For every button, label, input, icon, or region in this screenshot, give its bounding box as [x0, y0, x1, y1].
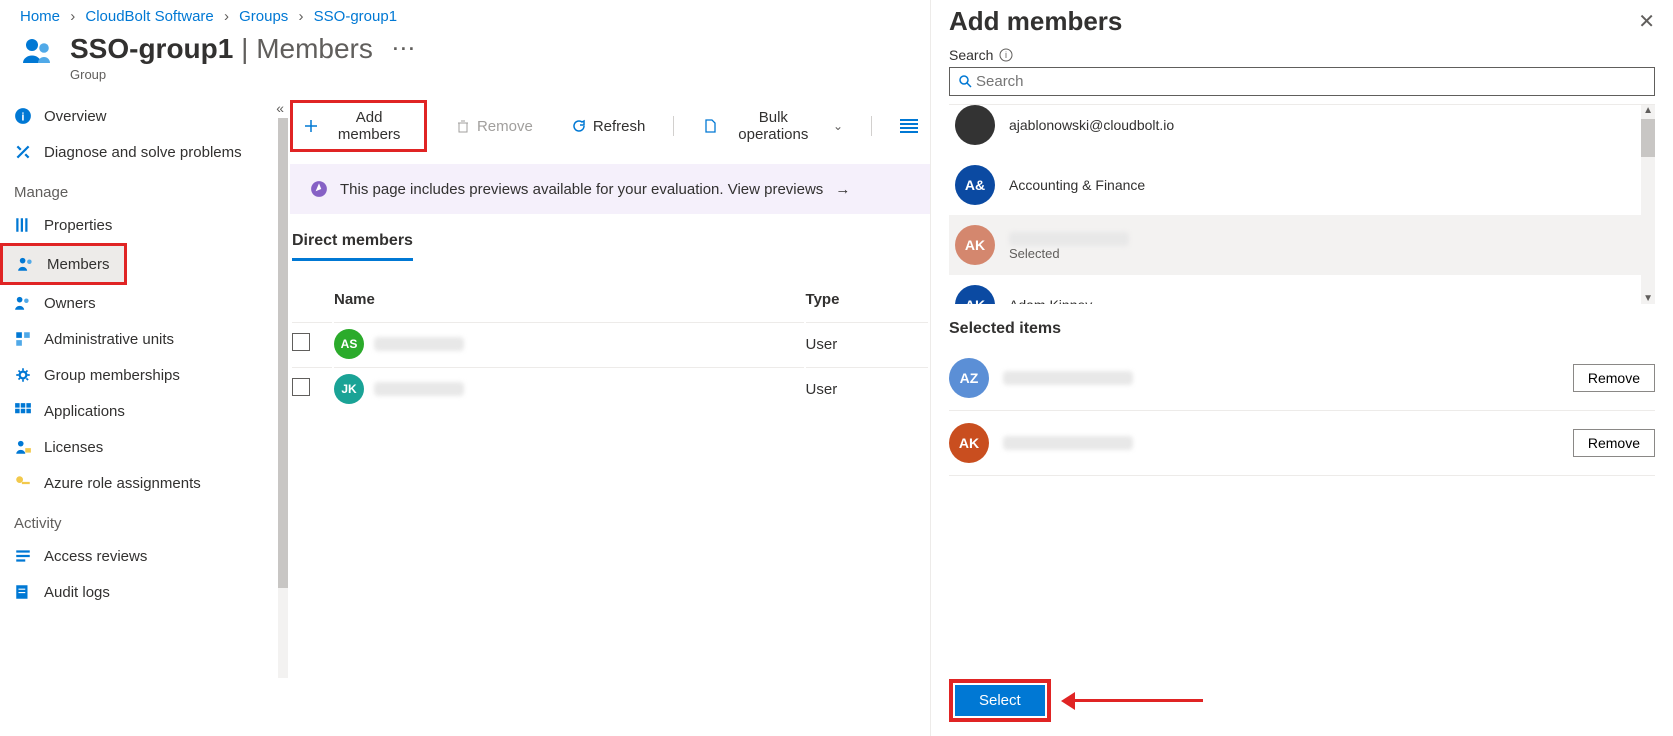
remove-button: Remove — [445, 112, 543, 141]
result-row[interactable]: ajablonowski@cloudbolt.io — [949, 105, 1655, 155]
result-row[interactable]: A& Accounting & Finance — [949, 155, 1655, 215]
avatar: JK — [334, 374, 364, 404]
sidebar-item-overview[interactable]: i Overview — [0, 98, 288, 134]
avatar: A& — [955, 165, 995, 205]
avatar: AK — [949, 423, 989, 463]
result-name-redacted — [1009, 232, 1129, 246]
remove-selected-button[interactable]: Remove — [1573, 364, 1655, 392]
search-input[interactable] — [949, 67, 1655, 96]
row-checkbox[interactable] — [292, 378, 310, 396]
annotation-arrow — [1073, 699, 1203, 702]
members-table: Name Type AS User JK User — [290, 281, 930, 412]
refresh-icon — [571, 118, 587, 134]
plus-icon — [303, 118, 318, 134]
collapse-sidebar-icon[interactable]: « — [276, 100, 284, 116]
info-icon[interactable]: i — [999, 48, 1013, 62]
results-scrollbar[interactable] — [1641, 105, 1655, 304]
gear-icon — [14, 366, 32, 384]
licenses-icon — [14, 438, 32, 456]
key-icon — [14, 474, 32, 492]
selected-items-label: Selected items — [949, 320, 1655, 338]
avatar: AZ — [949, 358, 989, 398]
remove-selected-button[interactable]: Remove — [1573, 429, 1655, 457]
sidebar-item-properties[interactable]: Properties — [0, 207, 288, 243]
search-icon — [958, 74, 974, 90]
select-button[interactable]: Select — [955, 685, 1045, 716]
sidebar: « i Overview Diagnose and solve problems… — [0, 94, 288, 736]
sidebar-item-audit-logs[interactable]: Audit logs — [0, 574, 288, 610]
diagnose-icon — [14, 143, 32, 161]
sidebar-item-admin-units[interactable]: Administrative units — [0, 321, 288, 357]
selected-name-redacted — [1003, 371, 1133, 385]
audit-logs-icon — [14, 583, 32, 601]
sidebar-section-manage: Manage — [0, 170, 288, 207]
search-label: Search i — [949, 47, 1655, 63]
columns-icon[interactable] — [890, 113, 928, 139]
search-results: ajablonowski@cloudbolt.io A& Accounting … — [949, 104, 1655, 304]
panel-title: Add members — [949, 6, 1122, 37]
svg-text:i: i — [21, 112, 24, 124]
file-icon — [702, 118, 717, 134]
selected-item-row: AK Remove — [949, 411, 1655, 476]
group-icon — [20, 33, 56, 69]
avatar: AK — [955, 225, 995, 265]
member-name-redacted — [374, 337, 464, 351]
compass-icon — [310, 180, 328, 198]
main-content: Add members Remove Refresh Bulk operatio… — [288, 94, 930, 736]
member-name-redacted — [374, 382, 464, 396]
trash-icon — [455, 118, 471, 134]
avatar: AS — [334, 329, 364, 359]
avatar: AK — [955, 285, 995, 304]
add-members-button[interactable]: Add members — [293, 103, 424, 149]
sidebar-item-licenses[interactable]: Licenses — [0, 429, 288, 465]
preview-banner[interactable]: This page includes previews available fo… — [290, 164, 930, 214]
sidebar-scrollbar[interactable] — [278, 118, 288, 678]
row-checkbox[interactable] — [292, 333, 310, 351]
page-subtitle: Group — [70, 67, 417, 82]
apps-icon — [14, 402, 32, 420]
sidebar-item-azure-roles[interactable]: Azure role assignments — [0, 465, 288, 501]
sidebar-item-group-memberships[interactable]: Group memberships — [0, 357, 288, 393]
arrow-right-icon: → — [835, 181, 850, 198]
crumb-groups[interactable]: Groups — [239, 8, 288, 25]
table-row[interactable]: AS User — [292, 322, 928, 365]
result-row-selected[interactable]: AK Selected — [949, 215, 1655, 275]
crumb-home[interactable]: Home — [20, 8, 60, 25]
access-reviews-icon — [14, 547, 32, 565]
sidebar-item-owners[interactable]: Owners — [0, 285, 288, 321]
chevron-down-icon: ⌄ — [833, 119, 843, 133]
result-row[interactable]: AK Adam Kinney — [949, 275, 1655, 304]
crumb-cloudbolt[interactable]: CloudBolt Software — [85, 8, 213, 25]
sidebar-item-access-reviews[interactable]: Access reviews — [0, 538, 288, 574]
properties-icon — [14, 216, 32, 234]
breadcrumb: Home › CloudBolt Software › Groups › SSO… — [0, 0, 930, 29]
admin-units-icon — [14, 330, 32, 348]
tab-direct-members[interactable]: Direct members — [292, 232, 413, 261]
bulk-operations-button[interactable]: Bulk operations ⌄ — [692, 103, 853, 149]
owners-icon — [14, 294, 32, 312]
more-icon[interactable]: ··· — [393, 39, 417, 60]
close-icon[interactable]: ✕ — [1638, 9, 1655, 34]
col-name[interactable]: Name — [334, 283, 804, 320]
members-icon — [17, 255, 35, 273]
crumb-current[interactable]: SSO-group1 — [314, 8, 397, 25]
toolbar: Add members Remove Refresh Bulk operatio… — [290, 94, 930, 158]
info-icon: i — [14, 107, 32, 125]
refresh-button[interactable]: Refresh — [561, 112, 656, 141]
sidebar-section-activity: Activity — [0, 501, 288, 538]
page-header: SSO-group1 | Members ··· Group — [0, 29, 930, 94]
page-title: SSO-group1 | Members ··· — [70, 33, 417, 65]
selected-name-redacted — [1003, 436, 1133, 450]
sidebar-item-diagnose[interactable]: Diagnose and solve problems — [0, 134, 288, 170]
table-row[interactable]: JK User — [292, 367, 928, 410]
sidebar-item-members[interactable]: Members — [3, 246, 124, 282]
sidebar-item-applications[interactable]: Applications — [0, 393, 288, 429]
add-members-panel: Add members ✕ Search i ajablonowski@clou… — [930, 0, 1673, 736]
selected-item-row: AZ Remove — [949, 346, 1655, 411]
svg-text:i: i — [1005, 50, 1007, 60]
avatar — [955, 105, 995, 145]
col-type[interactable]: Type — [806, 283, 928, 320]
